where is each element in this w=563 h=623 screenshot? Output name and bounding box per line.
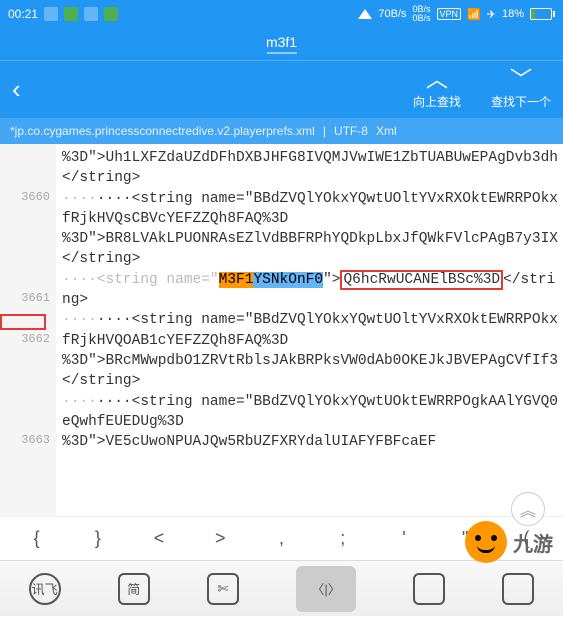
battery-pct: 18%	[502, 8, 524, 20]
app-icon-4	[104, 7, 118, 21]
app-icon-1	[44, 7, 58, 21]
symbol-key[interactable]: <	[128, 528, 189, 549]
tool-button-6[interactable]	[502, 573, 534, 605]
wifi-icon	[358, 9, 372, 19]
annotation-box-small	[0, 314, 46, 330]
search-nav: ‹ ︿ 向上查找 ﹀ 查找下一个	[0, 61, 563, 118]
symbol-shortcut-bar: { } < > , ; ' " (	[0, 516, 563, 560]
cursor-move-button[interactable]: 〈|〉	[296, 566, 356, 612]
bottom-toolbar: 讯飞 简 ✄ 〈|〉	[0, 560, 563, 616]
line-gutter: 3660 3661 3662 3663	[0, 144, 56, 516]
ime-button[interactable]: 讯飞	[29, 573, 61, 605]
symbol-key[interactable]: }	[67, 528, 128, 549]
app-icon-3	[84, 7, 98, 21]
code-line: ········<string name="BBdZVQlYOkxYQwtUOk…	[62, 392, 559, 433]
find-next-button[interactable]: ﹀ 查找下一个	[491, 69, 551, 110]
scroll-top-button[interactable]: ︽	[511, 492, 545, 526]
title-bar: m3f1	[0, 28, 563, 61]
app-icon-2	[64, 7, 78, 21]
encoding: UTF-8	[334, 124, 368, 138]
file-path: *jp.co.cygames.princessconnectredive.v2.…	[10, 124, 315, 138]
symbol-key[interactable]: '	[373, 528, 434, 549]
code-content[interactable]: %3D">Uh1LXFZdaUZdDFhDXBJHFG8IVQMJVwIWE1Z…	[56, 144, 563, 516]
selection: YSNkOnF0	[253, 272, 323, 288]
net-detail: 0B/s 0B/s	[413, 5, 431, 23]
chevron-up-icon: ︿	[426, 69, 448, 91]
symbol-key[interactable]: >	[190, 528, 251, 549]
symbol-key[interactable]: "	[435, 528, 496, 549]
net-speed: 70B/s	[378, 8, 406, 20]
annotation-box-value: Q6hcRwUCANElBSc%3D	[340, 270, 503, 290]
back-button[interactable]: ‹	[12, 74, 21, 105]
code-line: ········<string name="BBdZVQlYOkxYQwtUOl…	[62, 189, 559, 230]
status-bar: 00:21 70B/s 0B/s 0B/s VPN 📶 ✈ 18%	[0, 0, 563, 28]
symbol-key[interactable]: {	[6, 528, 67, 549]
code-line: %3D">BR8LVAkLPUONRAsEZlVdBBFRPhYQDkpLbxJ…	[62, 229, 559, 270]
tool-button-5[interactable]	[413, 573, 445, 605]
symbol-key[interactable]: ,	[251, 528, 312, 549]
code-line: %3D">Uh1LXFZdaUZdDFhDXBJHFG8IVQMJVwIWE1Z…	[62, 148, 559, 189]
chevron-down-icon: ﹀	[510, 69, 532, 91]
clock: 00:21	[8, 7, 38, 21]
code-line: %3D">BRcMWwpdbO1ZRVtRblsJAkBRPksVW0dAb0O…	[62, 351, 559, 392]
file-info-bar[interactable]: *jp.co.cygames.princessconnectredive.v2.…	[0, 118, 563, 144]
symbol-key[interactable]: (	[496, 528, 557, 549]
code-editor[interactable]: 3660 3661 3662 3663 %3D">Uh1LXFZdaUZdDFh…	[0, 144, 563, 516]
search-match-current: M3F1	[219, 272, 254, 288]
vpn-badge: VPN	[437, 8, 462, 20]
battery-icon	[530, 8, 555, 20]
file-format: Xml	[376, 124, 397, 138]
signal-icon: 📶	[467, 8, 481, 21]
simplify-button[interactable]: 简	[118, 573, 150, 605]
code-line: ········<string name="BBdZVQlYOkxYQwtUOl…	[62, 310, 559, 351]
symbol-key[interactable]: ;	[312, 528, 373, 549]
cut-button[interactable]: ✄	[207, 573, 239, 605]
code-line: ····<string name="M3F1YSNkOnF0">Q6hcRwUC…	[62, 270, 559, 311]
document-title[interactable]: m3f1	[266, 34, 297, 50]
find-prev-button[interactable]: ︿ 向上查找	[413, 69, 461, 110]
code-line: %3D">VE5cUwoNPUAJQw5RbUZFXRYdalUIAFYFBFc…	[62, 432, 559, 452]
airplane-icon: ✈	[487, 8, 496, 21]
